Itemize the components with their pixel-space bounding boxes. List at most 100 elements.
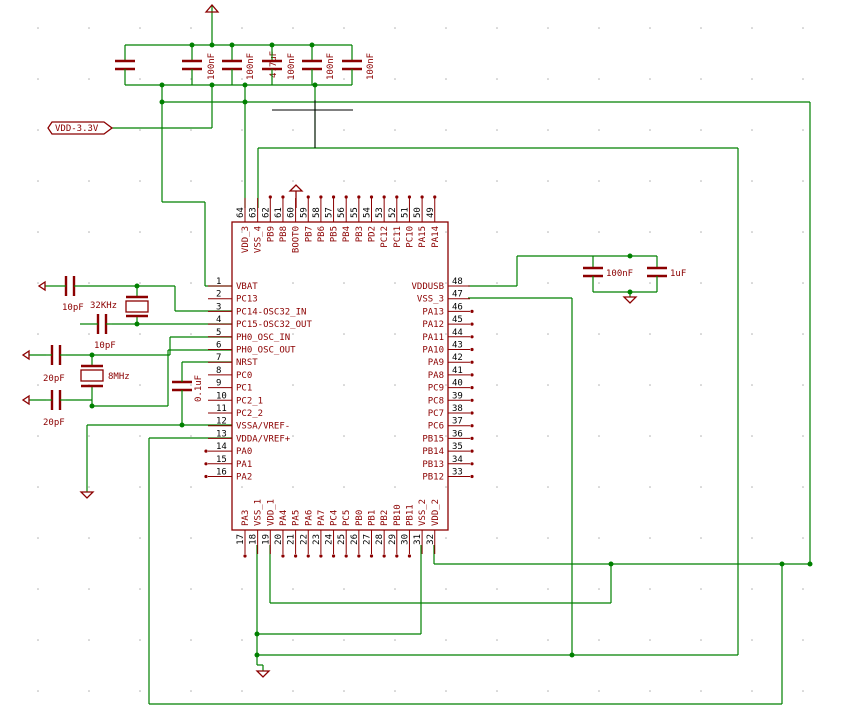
pin-name: PA15 <box>418 226 428 248</box>
pin-name: PC1 <box>236 384 252 394</box>
top-decoupling-caps: 4.7uF 100nF 100nF 100nF 100nF 100nF <box>115 45 376 85</box>
pin-number: 16 <box>216 468 227 478</box>
pin-name: PB0 <box>355 510 365 526</box>
pin-name: PH0_OSC_IN <box>236 333 290 343</box>
pin-name: PA7 <box>317 510 327 526</box>
pin-name: VDD_3 <box>241 226 251 253</box>
pin-nc-marker <box>344 195 348 199</box>
ground-arrow-icon <box>37 280 46 292</box>
pin-name: NRST <box>236 358 258 368</box>
pin-nc-marker <box>470 360 474 364</box>
capacitor-value: 10pF <box>94 341 116 351</box>
pin-number: 35 <box>452 442 463 452</box>
pin-name: PA10 <box>422 346 444 356</box>
pin-name: PB15 <box>422 434 444 444</box>
pin-number: 55 <box>350 207 360 218</box>
pin-number: 38 <box>452 404 463 414</box>
pin-nc-marker <box>470 398 474 402</box>
pin-number: 10 <box>216 391 227 401</box>
pin-name: VBAT <box>236 282 258 292</box>
pin-name: PC15-OSC32_OUT <box>236 320 312 330</box>
pin-number: 19 <box>261 534 271 545</box>
pin-number: 41 <box>452 366 463 376</box>
pin-number: 48 <box>452 277 463 287</box>
pin-nc-marker <box>470 335 474 339</box>
pin-number: 59 <box>299 207 309 218</box>
pin-nc-marker <box>204 462 208 466</box>
pin-number: 24 <box>325 534 335 545</box>
pin-number: 40 <box>452 379 463 389</box>
pin-nc-marker <box>433 195 437 199</box>
pin-number: 61 <box>274 207 284 218</box>
pin-number: 54 <box>363 207 373 218</box>
pin-number: 1 <box>216 277 221 287</box>
crystal-8mhz: 8MHz <box>80 364 130 388</box>
capacitor: 100nF <box>262 45 297 85</box>
pin-name: PB6 <box>317 226 327 242</box>
pin-nc-marker <box>470 411 474 415</box>
pin-number: 23 <box>312 534 322 545</box>
capacitor-value: 100nF <box>326 53 336 80</box>
capacitor: 100nF <box>302 45 336 85</box>
pin-name: PC7 <box>428 409 444 419</box>
pin-number: 64 <box>236 207 246 218</box>
pin-number: 51 <box>400 207 410 218</box>
schematic-canvas: VDD-3.3V 4.7uF 100nF 100nF 100nF 100nF 1… <box>21 4 813 705</box>
pin-name: PA9 <box>428 358 444 368</box>
pin-nc-marker <box>281 195 285 199</box>
pin-name: PA5 <box>292 510 302 526</box>
pin-name: PB8 <box>279 226 289 242</box>
pin-name: PB12 <box>422 473 444 483</box>
mcu-right-pins: 48 VDDUSB 47 VSS_3 46 PA13 45 PA12 44 PA11 43 PA10 4… <box>411 277 474 483</box>
capacitor-value: 100nF <box>207 53 217 80</box>
pin-nc-marker <box>268 195 272 199</box>
capacitor-value: 100nF <box>287 53 297 80</box>
mcu-top-pins: 64 VDD_3 63 VSS_4 62 PB9 61 PB8 60 BOOT0 59 PB7 58 PB… <box>236 195 441 253</box>
pin-number: 36 <box>452 429 463 439</box>
pin-name: PC9 <box>428 384 444 394</box>
pin-number: 9 <box>216 379 221 389</box>
pin-nc-marker <box>395 195 399 199</box>
pin-name: PA11 <box>422 333 444 343</box>
capacitor-value: 10pF <box>62 303 84 313</box>
pin-number: 27 <box>363 534 373 545</box>
mcu-bottom-pins: 17 PA3 18 VSS_1 19 VDD_1 20 PA4 21 PA5 22 PA6 23 PA7 2… <box>236 499 441 558</box>
crystal-32khz: 32KHz <box>90 295 149 318</box>
pin-nc-marker <box>204 449 208 453</box>
pin-name: VSSA/VREF- <box>236 422 290 432</box>
pin-number: 32 <box>426 534 436 545</box>
nrst-cap: 0.1uF <box>172 375 204 402</box>
pin-number: 58 <box>312 207 322 218</box>
pin-name: PB13 <box>422 460 444 470</box>
pin-number: 39 <box>452 391 463 401</box>
pin-nc-marker <box>357 195 361 199</box>
pin-number: 37 <box>452 417 463 427</box>
pin-name: PB4 <box>342 226 352 242</box>
pin-nc-marker <box>306 195 310 199</box>
pin-number: 47 <box>452 290 463 300</box>
pin-nc-marker <box>470 436 474 440</box>
pin-name: PA3 <box>241 510 251 526</box>
pin-number: 6 <box>216 341 221 351</box>
mcu-left-pins: 1 VBAT 2 PC13 3 PC14-OSC32_IN 4 PC15-OSC32_OUT 5… <box>204 277 312 483</box>
pin-number: 15 <box>216 455 227 465</box>
pin-number: 29 <box>388 534 398 545</box>
pin-nc-marker <box>382 195 386 199</box>
pin-number: 49 <box>426 207 436 218</box>
pin-name: PB5 <box>330 226 340 242</box>
capacitor: 100nF <box>182 45 217 85</box>
pin-number: 33 <box>452 468 463 478</box>
ground-arrow-icon <box>21 394 30 406</box>
pin-name: PD2 <box>368 226 378 242</box>
capacitor-value: 20pF <box>43 418 65 428</box>
osc8-caps: 20pF 20pF <box>43 345 66 428</box>
pin-nc-marker <box>470 424 474 428</box>
pin-name: PA4 <box>279 510 289 526</box>
pin-name: PC13 <box>236 295 258 305</box>
pin-number: 22 <box>299 534 309 545</box>
wires <box>29 5 811 705</box>
ground-icon <box>79 491 95 499</box>
pin-name: VSS_1 <box>254 499 264 526</box>
pin-name: VDD_2 <box>431 499 441 526</box>
ground-icon <box>255 670 271 678</box>
